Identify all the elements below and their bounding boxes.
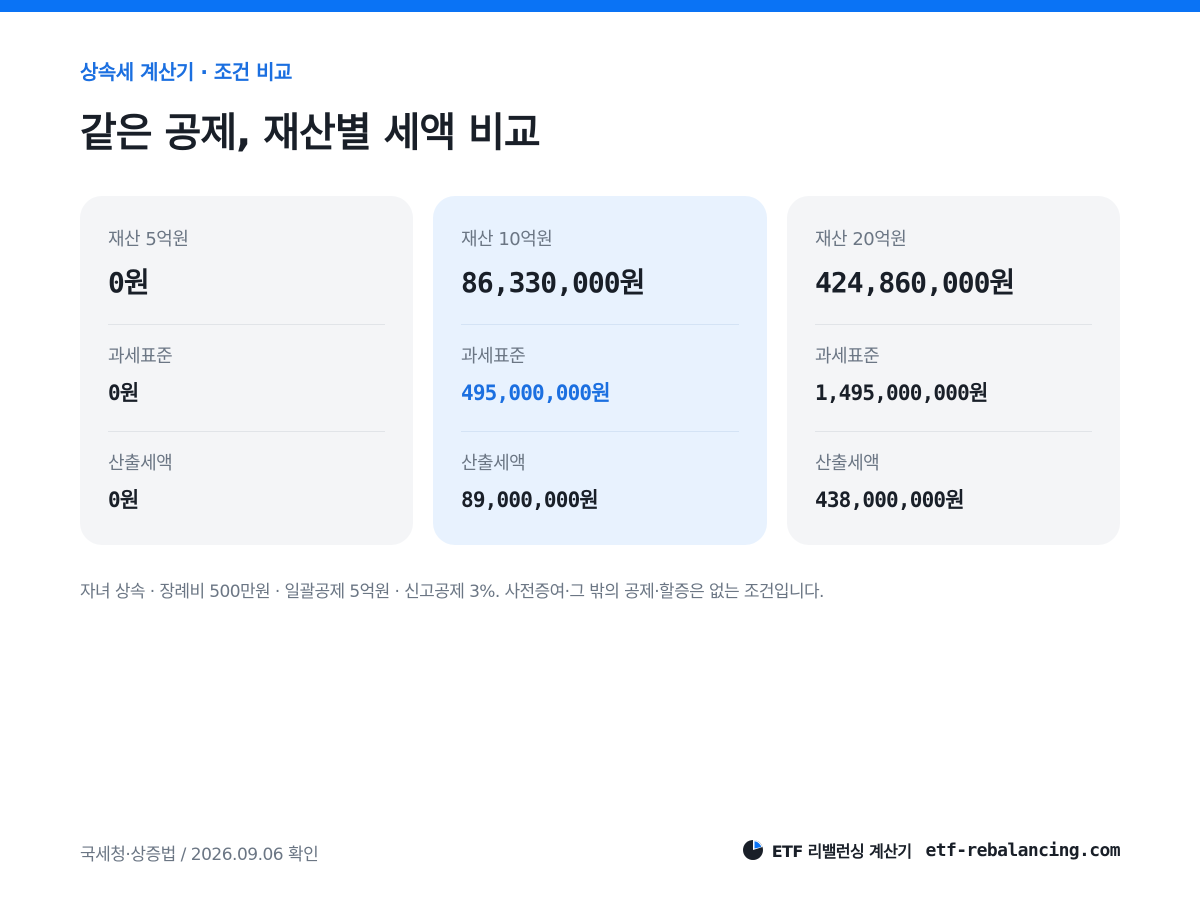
tax-base-label: 과세표준 xyxy=(461,346,526,367)
page: 상속세 계산기 · 조건 비교 같은 공제, 재산별 세액 비교 재산 5억원 … xyxy=(0,0,1200,900)
calculated-tax-label: 산출세액 xyxy=(461,453,526,474)
tax-base-value: 0원 xyxy=(108,381,139,405)
calculated-tax-value: 0원 xyxy=(108,488,139,512)
card-amount: 0원 xyxy=(108,266,150,299)
divider xyxy=(815,324,1092,325)
tax-base-value: 495,000,000원 xyxy=(461,381,611,405)
calculated-tax-label: 산출세액 xyxy=(108,453,173,474)
conditions-note: 자녀 상속 · 장례비 500만원 · 일괄공제 5억원 · 신고공제 3%. … xyxy=(80,582,824,602)
card-asset-2b: 재산 20억원 424,860,000원 과세표준 1,495,000,000원… xyxy=(787,196,1120,545)
brand[interactable]: ETF 리밸런싱 계산기 etf-rebalancing.com xyxy=(742,838,1121,862)
calculated-tax-label: 산출세액 xyxy=(815,453,880,474)
card-asset-1b: 재산 10억원 86,330,000원 과세표준 495,000,000원 산출… xyxy=(433,196,767,545)
brand-url-link[interactable]: etf-rebalancing.com xyxy=(925,840,1120,861)
source-note: 국세청·상증법 / 2026.09.06 확인 xyxy=(80,845,319,865)
card-asset-500m: 재산 5억원 0원 과세표준 0원 산출세액 0원 xyxy=(80,196,413,545)
eyebrow-label: 상속세 계산기 · 조건 비교 xyxy=(80,60,292,84)
page-title: 같은 공제, 재산별 세액 비교 xyxy=(80,110,541,156)
calculated-tax-value: 438,000,000원 xyxy=(815,488,965,512)
divider xyxy=(815,431,1092,432)
card-label: 재산 10억원 xyxy=(461,229,553,250)
comparison-cards: 재산 5억원 0원 과세표준 0원 산출세액 0원 재산 10억원 86,330… xyxy=(80,196,1120,545)
card-amount: 86,330,000원 xyxy=(461,266,645,299)
brand-name: ETF 리밸런싱 계산기 xyxy=(771,842,912,861)
card-amount: 424,860,000원 xyxy=(815,266,1015,299)
tax-base-value: 1,495,000,000원 xyxy=(815,381,988,405)
divider xyxy=(461,324,739,325)
tax-base-label: 과세표준 xyxy=(108,346,173,367)
divider xyxy=(461,431,739,432)
divider xyxy=(108,431,385,432)
pie-chart-icon xyxy=(742,839,764,861)
card-label: 재산 20억원 xyxy=(815,229,907,250)
card-label: 재산 5억원 xyxy=(108,229,189,250)
top-accent-bar xyxy=(0,0,1200,12)
calculated-tax-value: 89,000,000원 xyxy=(461,488,599,512)
divider xyxy=(108,324,385,325)
tax-base-label: 과세표준 xyxy=(815,346,880,367)
